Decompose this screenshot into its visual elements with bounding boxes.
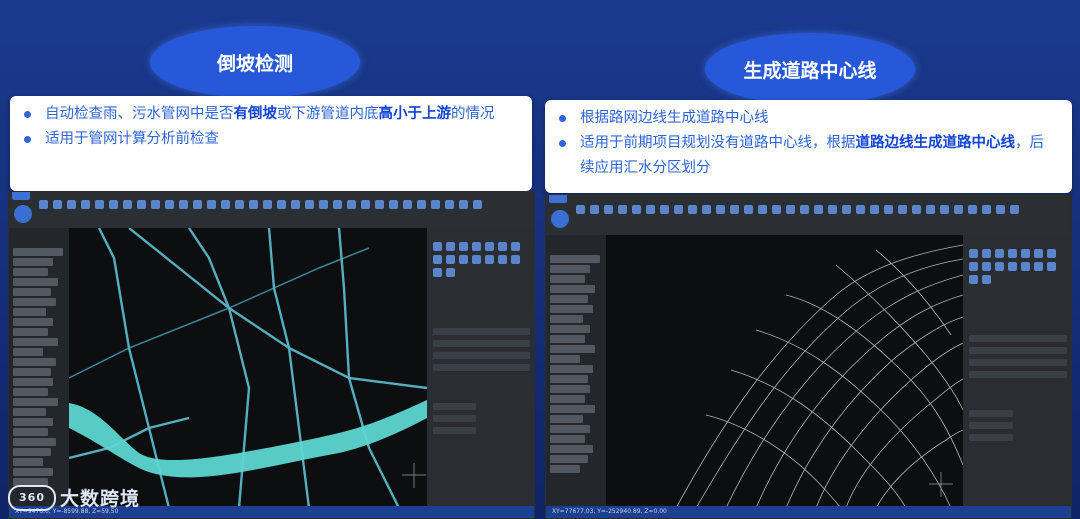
bullet-dot-icon — [24, 111, 31, 118]
pipe-network-drawing — [69, 228, 427, 508]
watermark-logo: 360 大数跨境 — [8, 484, 140, 511]
map-canvas[interactable] — [69, 228, 427, 508]
ribbon-icons — [39, 200, 482, 209]
status-bar: XY=77677.03, Y=-252940.89, Z=0.00 — [546, 506, 1071, 518]
coordinate-readout: XY=77677.03, Y=-252940.89, Z=0.00 — [552, 508, 667, 515]
ribbon-toolbar — [546, 195, 1071, 235]
properties-panel — [427, 228, 534, 508]
left-bullet-1-text: 自动检查雨、污水管网中是否有倒坡或下游管道内底高小于上游的情况 — [45, 106, 495, 122]
right-bullet-1: 根据路网边线生成道路中心线 — [559, 106, 1058, 131]
left-info-card: 自动检查雨、污水管网中是否有倒坡或下游管道内底高小于上游的情况 适用于管网计算分… — [10, 96, 532, 191]
road-network-drawing — [675, 244, 963, 508]
heading-oval-right: 生成道路中心线 — [705, 33, 915, 105]
left-bullet-2-text: 适用于管网计算分析前检查 — [45, 131, 219, 147]
watermark-text: 大数跨境 — [60, 488, 141, 510]
ribbon-active-tab[interactable] — [12, 192, 30, 200]
left-app-window: XY=9476.0, Y=-8599.88, Z=59.50 — [8, 191, 535, 519]
right-heading: 生成道路中心线 — [743, 59, 877, 82]
ribbon-toolbar — [9, 192, 534, 228]
bullet-dot-icon — [559, 115, 566, 122]
left-bullet-1: 自动检查雨、污水管网中是否有倒坡或下游管道内底高小于上游的情况 — [24, 102, 518, 127]
logo-icon: 360 — [8, 484, 56, 511]
right-bullet-2-text: 适用于前期项目规划没有道路中心线，根据道路边线生成道路中心线，后续应用汇水分区划… — [580, 135, 1044, 176]
bullet-dot-icon — [559, 140, 566, 147]
map-canvas[interactable] — [606, 235, 963, 508]
ribbon-icons — [576, 205, 1019, 214]
bullet-dot-icon — [24, 136, 31, 143]
right-bullet-1-text: 根据路网边线生成道路中心线 — [580, 110, 769, 126]
left-bullet-2: 适用于管网计算分析前检查 — [24, 127, 518, 152]
right-bullet-2: 适用于前期项目规划没有道路中心线，根据道路边线生成道路中心线，后续应用汇水分区划… — [559, 131, 1058, 181]
layer-tree-panel — [9, 228, 69, 508]
right-app-window: XY=77677.03, Y=-252940.89, Z=0.00 — [545, 194, 1072, 519]
app-logo-icon[interactable] — [14, 205, 32, 223]
heading-oval-left: 倒坡检测 — [150, 26, 360, 98]
right-info-card: 根据路网边线生成道路中心线 适用于前期项目规划没有道路中心线，根据道路边线生成道… — [545, 100, 1072, 193]
properties-panel — [963, 235, 1071, 508]
ribbon-active-tab[interactable] — [549, 195, 567, 203]
layer-tree-panel — [546, 235, 606, 508]
left-heading: 倒坡检测 — [216, 52, 293, 75]
app-logo-icon[interactable] — [551, 210, 569, 228]
